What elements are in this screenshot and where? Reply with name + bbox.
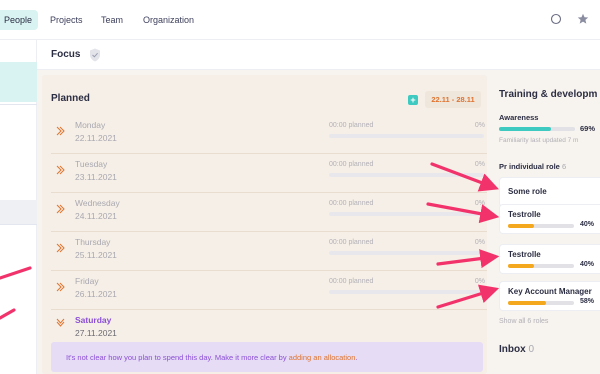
awareness-percent: 69% bbox=[580, 124, 596, 133]
roles-heading: Pr individual role 6 bbox=[499, 162, 566, 171]
role-name: Key Account Manager bbox=[508, 287, 592, 296]
top-nav: People Projects Team Organization bbox=[0, 0, 600, 40]
role-progress-bar bbox=[508, 264, 574, 268]
planned-hours: 00:00 planned bbox=[329, 122, 374, 129]
show-all-roles-link[interactable]: Show all 6 roles bbox=[499, 318, 548, 325]
planned-percent: 0% bbox=[474, 239, 485, 246]
role-progress-bar bbox=[508, 301, 574, 305]
day-row-monday[interactable]: Monday 22.11.2021 00:00 planned 0% bbox=[51, 116, 487, 154]
planned-hours: 00:00 planned bbox=[329, 239, 374, 246]
day-name: Wednesday bbox=[75, 198, 120, 208]
role-percent: 40% bbox=[580, 221, 595, 228]
nav-tab-organization[interactable]: Organization bbox=[143, 10, 194, 30]
role-card[interactable]: Testrolle 40% bbox=[500, 245, 600, 273]
awareness-label: Awareness bbox=[499, 113, 539, 122]
day-progress-bar bbox=[329, 251, 484, 255]
sidebar-divider bbox=[0, 104, 37, 105]
allocation-notice: It's not clear how you plan to spend thi… bbox=[51, 342, 483, 372]
day-date: 24.11.2021 bbox=[75, 211, 117, 221]
day-progress-bar bbox=[329, 134, 484, 138]
role-progress-fill bbox=[508, 264, 535, 268]
role-percent: 58% bbox=[580, 298, 595, 305]
role-card[interactable]: Key Account Manager 58% bbox=[500, 282, 600, 310]
role-name: Testrolle bbox=[508, 250, 541, 259]
day-date: 25.11.2021 bbox=[75, 250, 117, 260]
day-progress-bar bbox=[329, 212, 484, 216]
sidebar-item-active[interactable] bbox=[0, 62, 37, 102]
inbox-heading: Inbox 0 bbox=[499, 344, 534, 355]
chevron-right-icon[interactable] bbox=[56, 282, 65, 292]
awareness-subtext: Familiarity last updated 7 m bbox=[499, 137, 579, 144]
awareness-progress-bar bbox=[499, 127, 575, 131]
day-progress-bar bbox=[329, 173, 484, 177]
roles-heading-label: Pr individual role bbox=[499, 162, 560, 171]
planned-percent: 0% bbox=[474, 122, 485, 129]
planned-percent: 0% bbox=[474, 200, 485, 207]
chevron-right-icon[interactable] bbox=[56, 165, 65, 175]
page-title: Focus bbox=[51, 49, 81, 60]
day-date: 27.11.2021 bbox=[75, 328, 117, 338]
planned-panel: Planned + 22.11 - 28.11 Monday 22.11.202… bbox=[42, 75, 487, 374]
nav-tab-people[interactable]: People bbox=[0, 10, 38, 30]
shield-icon[interactable] bbox=[89, 48, 101, 62]
nav-tab-projects[interactable]: Projects bbox=[50, 10, 83, 30]
day-date: 26.11.2021 bbox=[75, 289, 117, 299]
chevron-right-icon[interactable] bbox=[56, 243, 65, 253]
inbox-count: 0 bbox=[528, 344, 535, 355]
day-row-thursday[interactable]: Thursday 25.11.2021 00:00 planned 0% bbox=[51, 233, 487, 271]
left-sidebar bbox=[0, 40, 37, 374]
planned-hours: 00:00 planned bbox=[329, 200, 374, 207]
inbox-label: Inbox bbox=[499, 344, 526, 355]
sidebar-item-selected[interactable] bbox=[0, 200, 37, 224]
planned-percent: 0% bbox=[474, 161, 485, 168]
notice-text: It's not clear how you plan to spend thi… bbox=[66, 353, 358, 362]
notice-message: It's not clear how you plan to spend thi… bbox=[66, 353, 287, 362]
day-row-tuesday[interactable]: Tuesday 23.11.2021 00:00 planned 0% bbox=[51, 155, 487, 193]
role-progress-fill bbox=[508, 224, 535, 228]
add-allocation-link[interactable]: adding an allocation bbox=[289, 353, 356, 362]
day-date: 22.11.2021 bbox=[75, 133, 117, 143]
day-name: Thursday bbox=[75, 237, 111, 247]
nav-tab-team[interactable]: Team bbox=[101, 10, 123, 30]
role-name: Some role bbox=[508, 187, 547, 196]
role-card[interactable]: Some role bbox=[500, 178, 600, 206]
role-name: Testrolle bbox=[508, 210, 541, 219]
plus-icon[interactable]: + bbox=[408, 95, 418, 105]
role-card[interactable]: Testrolle 40% bbox=[500, 205, 600, 233]
day-date: 23.11.2021 bbox=[75, 172, 117, 182]
chevron-right-icon[interactable] bbox=[56, 204, 65, 214]
planned-hours: 00:00 planned bbox=[329, 161, 374, 168]
sidebar-divider bbox=[0, 224, 37, 225]
role-progress-bar bbox=[508, 224, 574, 228]
day-progress-bar bbox=[329, 290, 484, 294]
date-range-chip[interactable]: 22.11 - 28.11 bbox=[425, 91, 481, 108]
day-row-wednesday[interactable]: Wednesday 24.11.2021 00:00 planned 0% bbox=[51, 194, 487, 232]
day-row-friday[interactable]: Friday 26.11.2021 00:00 planned 0% bbox=[51, 272, 487, 310]
role-percent: 40% bbox=[580, 261, 595, 268]
day-name: Friday bbox=[75, 276, 99, 286]
roles-count: 6 bbox=[561, 162, 567, 171]
day-name: Tuesday bbox=[75, 159, 108, 169]
role-progress-fill bbox=[508, 301, 547, 305]
star-icon[interactable] bbox=[577, 13, 589, 25]
planned-percent: 0% bbox=[474, 278, 485, 285]
day-name: Saturday bbox=[75, 315, 112, 325]
awareness-progress-fill bbox=[499, 127, 552, 131]
training-title: Training & developm bbox=[499, 89, 598, 100]
planned-hours: 00:00 planned bbox=[329, 278, 374, 285]
day-name: Monday bbox=[75, 120, 106, 130]
planned-title: Planned bbox=[51, 93, 90, 104]
notice-suffix: . bbox=[355, 353, 358, 362]
chevron-right-icon[interactable] bbox=[56, 126, 65, 136]
search-icon[interactable] bbox=[550, 13, 562, 25]
focus-header: Focus bbox=[37, 40, 600, 70]
chevron-down-icon[interactable] bbox=[56, 318, 65, 328]
